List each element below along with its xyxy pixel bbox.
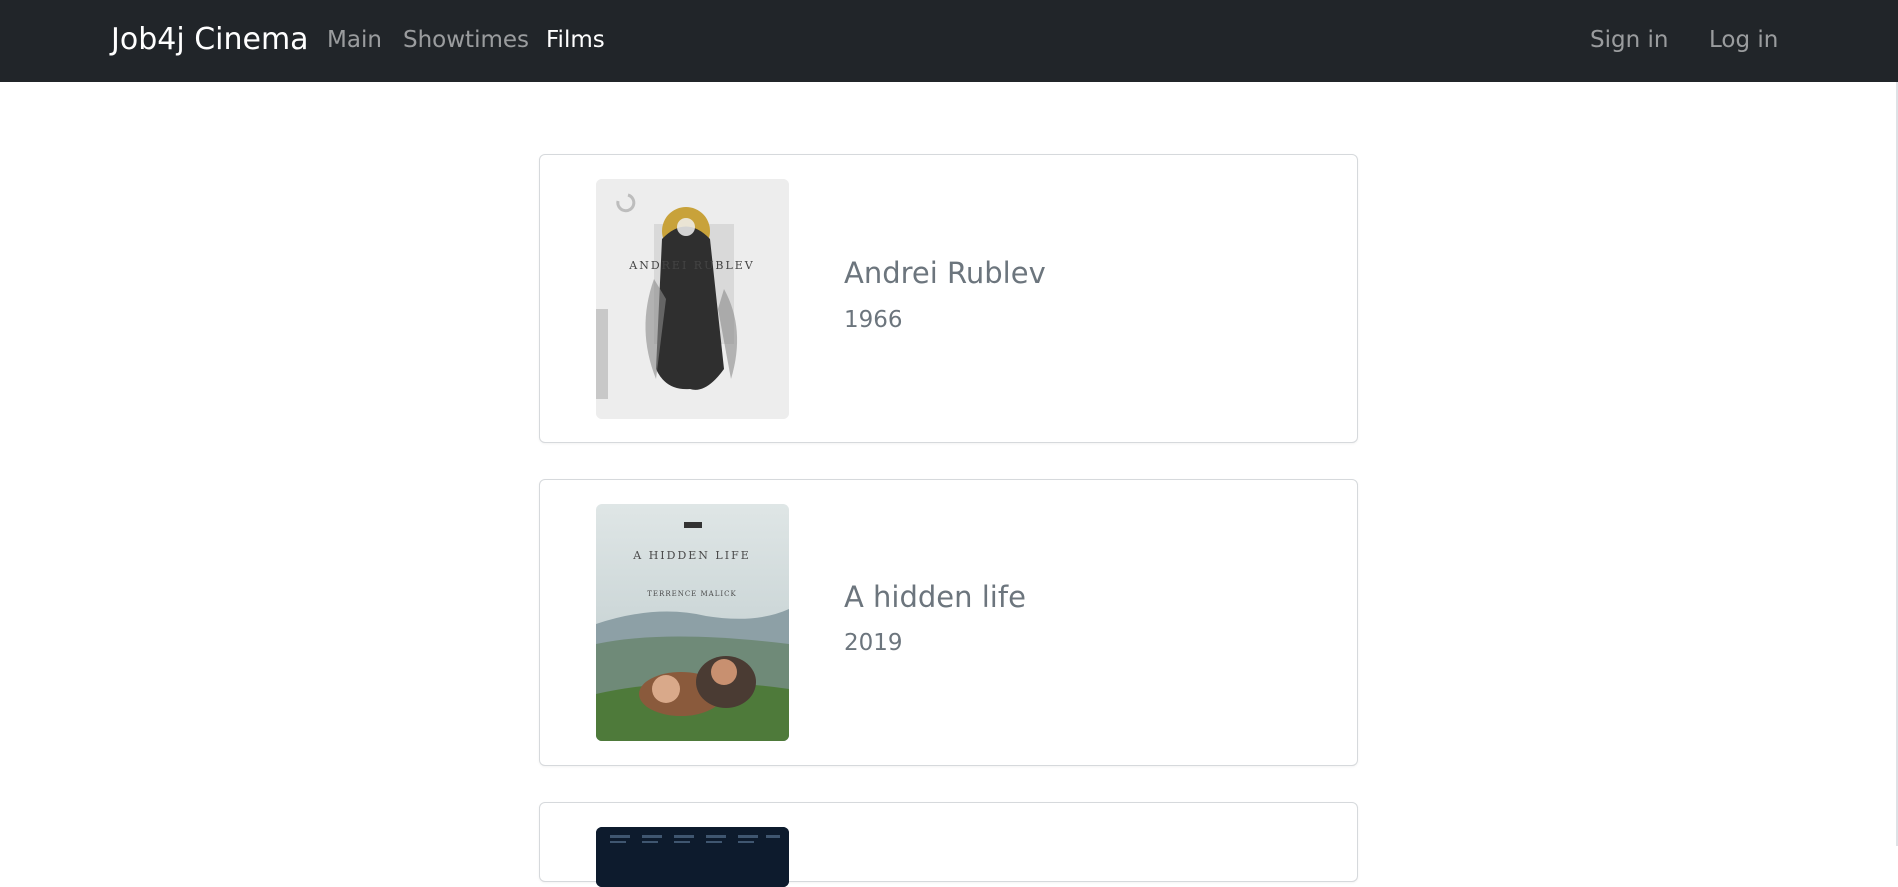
nav-link-films[interactable]: Films [546, 24, 605, 56]
film-poster[interactable]: A HIDDEN LIFE TERRENCE MALICK [596, 504, 789, 741]
film-card[interactable] [539, 802, 1358, 887]
film-card[interactable]: ANDREI RUBLEV Andrei Rublev 1966 [539, 154, 1358, 443]
film-poster[interactable] [596, 827, 789, 887]
film-year: 1966 [844, 307, 903, 333]
film-title: A hidden life [844, 580, 1026, 614]
film-poster[interactable]: ANDREI RUBLEV [596, 179, 789, 419]
log-in-link[interactable]: Log in [1709, 24, 1778, 56]
poster-image [596, 827, 789, 887]
poster-caption: ANDREI RUBLEV [628, 259, 754, 272]
film-year: 2019 [844, 630, 903, 656]
poster-caption: A HIDDEN LIFE [632, 549, 750, 562]
brand-link[interactable]: Job4j Cinema [111, 20, 309, 60]
top-navbar: Job4j Cinema Main Showtimes Films Sign i… [0, 0, 1898, 82]
sign-in-link[interactable]: Sign in [1590, 24, 1668, 56]
film-card[interactable]: A HIDDEN LIFE TERRENCE MALICK A hidden l… [539, 479, 1358, 766]
poster-director: TERRENCE MALICK [647, 590, 736, 598]
poster-image: ANDREI RUBLEV [596, 179, 789, 419]
nav-link-main[interactable]: Main [327, 24, 382, 56]
poster-image: A HIDDEN LIFE TERRENCE MALICK [596, 504, 789, 741]
film-title: Andrei Rublev [844, 256, 1046, 290]
nav-link-showtimes[interactable]: Showtimes [403, 24, 529, 56]
